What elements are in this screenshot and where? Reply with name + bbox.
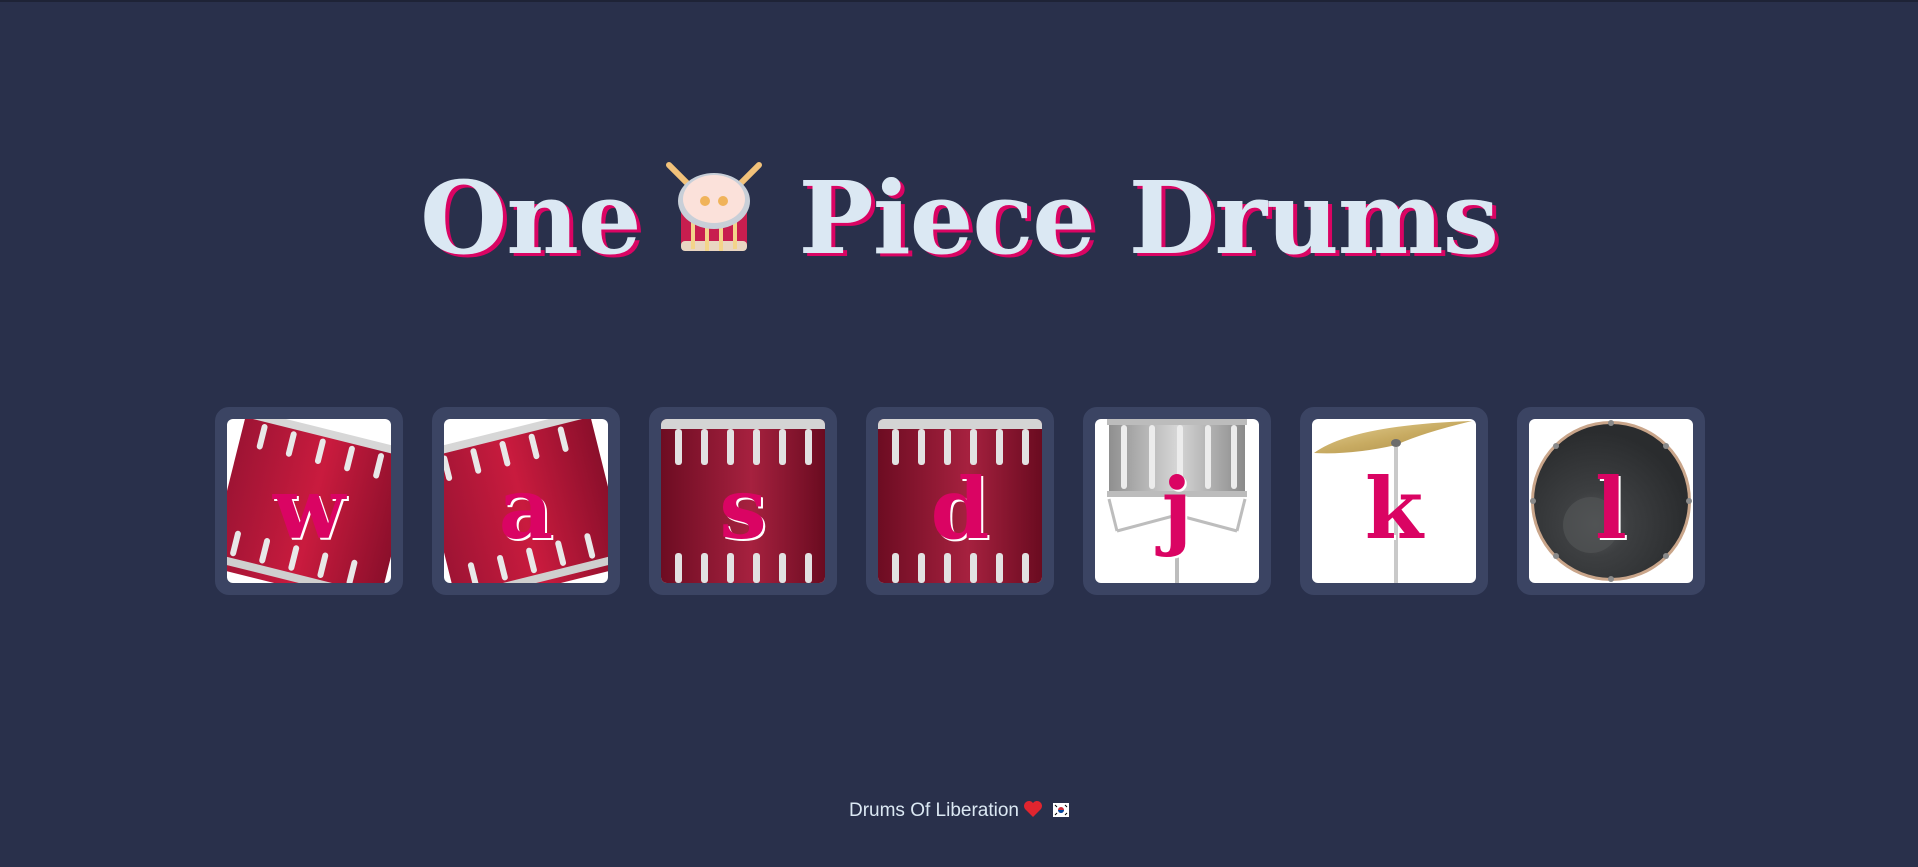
drum-icon (659, 157, 769, 267)
drum-key-d[interactable]: d (866, 407, 1054, 595)
title-text-piece-drums: Piece Drums (798, 159, 1499, 278)
drum-key-face: j (1095, 419, 1259, 583)
key-letter: w (272, 459, 346, 558)
drum-key-face: a (444, 419, 608, 583)
drum-key-face: d (878, 419, 1042, 583)
footer-text: Drums Of Liberation (848, 800, 1019, 821)
key-letter: s (719, 459, 767, 558)
flag-icon (1053, 801, 1069, 817)
top-border (0, 0, 1918, 2)
heart-icon (1023, 800, 1043, 818)
title-text-one: One (420, 159, 641, 278)
drum-key-a[interactable]: a (432, 407, 620, 595)
key-letter: l (1595, 459, 1627, 558)
key-letter: k (1364, 459, 1424, 558)
key-letter: d (930, 459, 990, 558)
drum-key-s[interactable]: s (649, 407, 837, 595)
drum-key-face: l (1529, 419, 1693, 583)
drum-key-face: k (1312, 419, 1476, 583)
drum-key-row: w a s d j k l (215, 407, 1705, 595)
key-letter: a (498, 459, 554, 558)
drum-key-j[interactable]: j (1083, 407, 1271, 595)
drum-key-k[interactable]: k (1300, 407, 1488, 595)
footer: Drums Of Liberation (0, 800, 1918, 822)
drum-key-face: s (661, 419, 825, 583)
drum-key-l[interactable]: l (1517, 407, 1705, 595)
drum-key-face: w (227, 419, 391, 583)
key-letter: j (1161, 459, 1193, 558)
page-title: One Piece Drums (0, 149, 1918, 278)
drum-key-w[interactable]: w (215, 407, 403, 595)
